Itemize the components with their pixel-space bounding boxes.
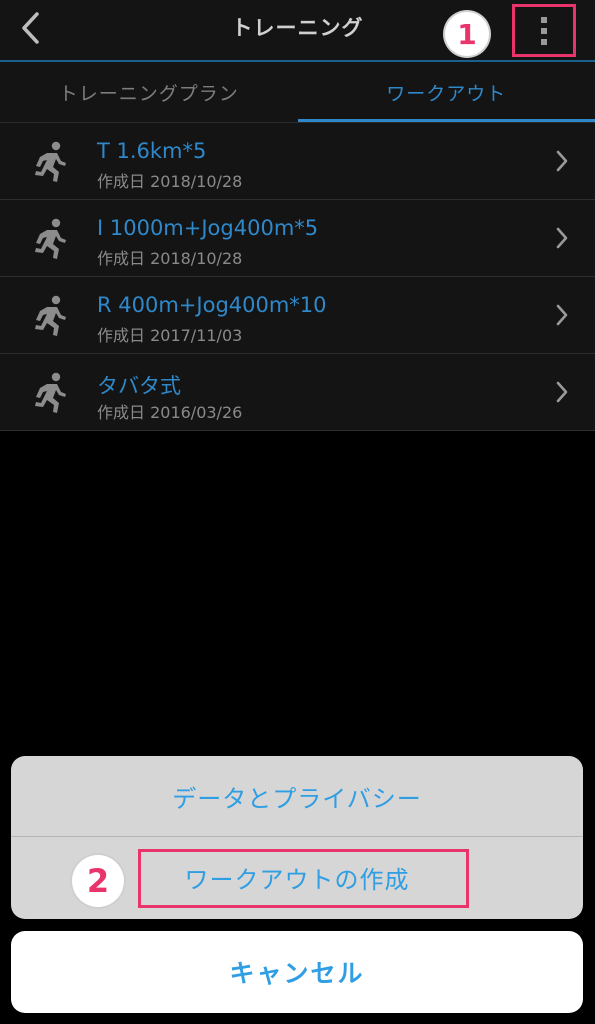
data-privacy-button[interactable]: データとプライバシー — [11, 756, 583, 837]
cancel-button[interactable]: キャンセル — [11, 931, 583, 1013]
chevron-right-icon — [556, 381, 568, 403]
workout-list: T 1.6km*5 作成日 2018/10/28 I 1000m+Jog400m… — [0, 123, 595, 431]
running-person-icon — [35, 218, 66, 259]
list-item[interactable]: T 1.6km*5 作成日 2018/10/28 — [0, 123, 595, 200]
workout-date: 作成日 2017/11/03 — [97, 326, 243, 345]
workout-date: 作成日 2018/10/28 — [97, 249, 243, 268]
more-options-button[interactable] — [512, 4, 576, 57]
chevron-right-icon — [556, 150, 568, 172]
top-bar: トレーニング 1 — [0, 0, 595, 62]
running-person-icon — [35, 141, 66, 182]
running-person-icon — [35, 372, 66, 413]
chevron-right-icon — [556, 227, 568, 249]
workout-name: I 1000m+Jog400m*5 — [97, 216, 319, 240]
workout-date: 作成日 2016/03/26 — [97, 403, 243, 422]
workout-name: タバタ式 — [97, 374, 181, 398]
step-badge-1: 1 — [445, 12, 489, 56]
workout-name: R 400m+Jog400m*10 — [97, 293, 327, 317]
list-item[interactable]: I 1000m+Jog400m*5 作成日 2018/10/28 — [0, 200, 595, 277]
page-title: トレーニング — [231, 16, 364, 40]
tab-bar: トレーニングプラン ワークアウト — [0, 62, 595, 123]
list-item[interactable]: R 400m+Jog400m*10 作成日 2017/11/03 — [0, 277, 595, 354]
step-badge-2: 2 — [72, 855, 124, 907]
workout-name: T 1.6km*5 — [97, 139, 207, 163]
tab-training-plan[interactable]: トレーニングプラン — [0, 62, 298, 122]
running-person-icon — [35, 295, 66, 336]
workout-date: 作成日 2018/10/28 — [97, 172, 243, 191]
chevron-right-icon — [556, 304, 568, 326]
training-screen: トレーニング 1 トレーニングプラン ワークアウト T 1.6km*5 作成日 … — [0, 0, 595, 1024]
list-item[interactable]: タバタ式 作成日 2016/03/26 — [0, 354, 595, 431]
more-vertical-icon — [541, 16, 547, 45]
tab-workout[interactable]: ワークアウト — [297, 62, 595, 122]
